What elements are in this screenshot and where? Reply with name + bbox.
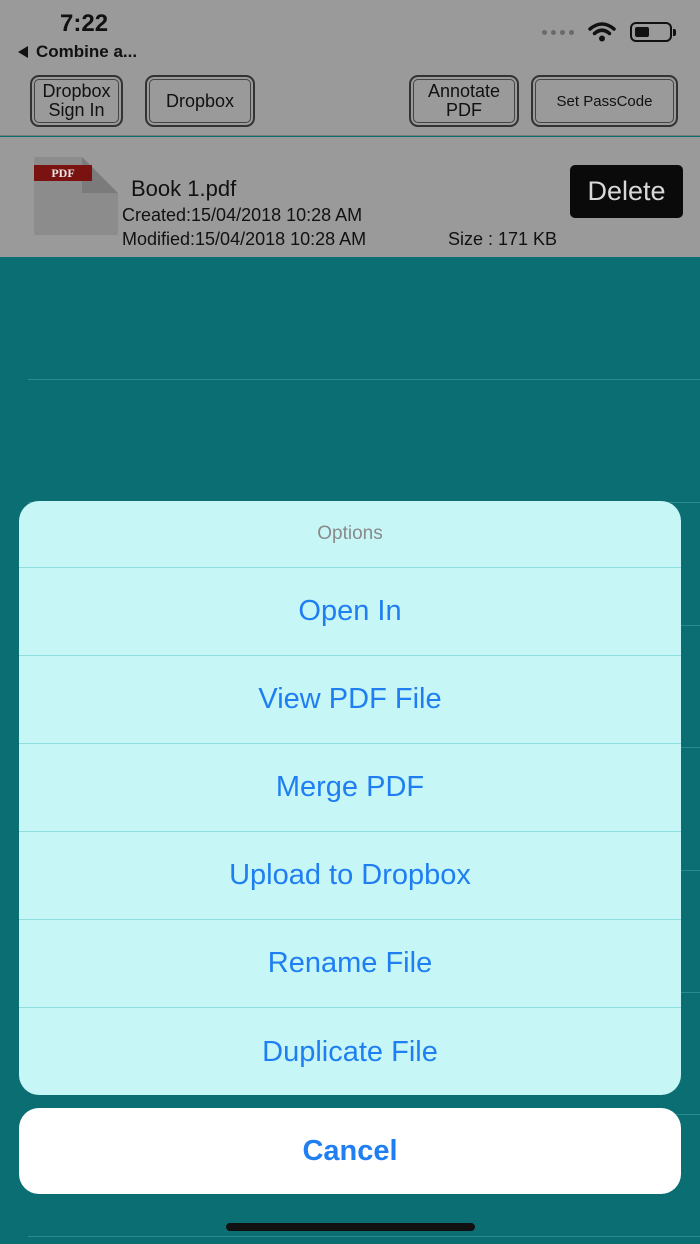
rename-file-option[interactable]: Rename File [19, 920, 681, 1008]
upload-to-dropbox-option[interactable]: Upload to Dropbox [19, 832, 681, 920]
file-name: Book 1.pdf [131, 176, 237, 201]
dropbox-sign-in-button[interactable]: Dropbox Sign In [30, 75, 123, 127]
file-created: Created:15/04/2018 10:28 AM [122, 205, 363, 225]
merge-pdf-option[interactable]: Merge PDF [19, 744, 681, 832]
row-separator [28, 1236, 700, 1237]
back-label: Combine a... [36, 42, 138, 61]
back-button[interactable]: Combine a... [18, 42, 137, 62]
pdf-file-icon: PDF [34, 157, 118, 235]
cancel-button[interactable]: Cancel [19, 1108, 681, 1194]
view-pdf-file-option[interactable]: View PDF File [19, 656, 681, 744]
options-action-sheet: Options Open In View PDF File Merge PDF … [19, 501, 681, 1095]
status-time: 7:22 [60, 10, 109, 37]
duplicate-file-option[interactable]: Duplicate File [19, 1008, 681, 1095]
file-modified: Modified:15/04/2018 10:28 AM [122, 229, 367, 249]
status-icons [542, 22, 676, 42]
open-in-option[interactable]: Open In [19, 568, 681, 656]
file-size: Size : 171 KB [448, 229, 558, 249]
back-arrow-icon [18, 46, 28, 58]
dropbox-sign-in-line2: Sign In [48, 100, 105, 120]
dropbox-sign-in-line1: Dropbox [42, 81, 111, 101]
dropbox-button[interactable]: Dropbox [145, 75, 255, 127]
delete-button[interactable]: Delete [570, 165, 683, 218]
signal-icon [542, 29, 574, 35]
annotate-pdf-line1: Annotate [427, 81, 501, 101]
row-separator [28, 379, 700, 380]
annotate-pdf-line2: PDF [446, 100, 482, 120]
annotate-pdf-button[interactable]: Annotate PDF [409, 75, 519, 127]
wifi-icon [588, 22, 616, 42]
action-sheet-title: Options [19, 501, 681, 568]
home-indicator[interactable] [226, 1223, 475, 1231]
top-bar: 7:22 Combine a... Dropbox Sign In Dropbox… [0, 0, 700, 136]
set-passcode-button[interactable]: Set PassCode [531, 75, 678, 127]
pdf-tag: PDF [34, 165, 92, 181]
battery-icon [630, 22, 676, 42]
